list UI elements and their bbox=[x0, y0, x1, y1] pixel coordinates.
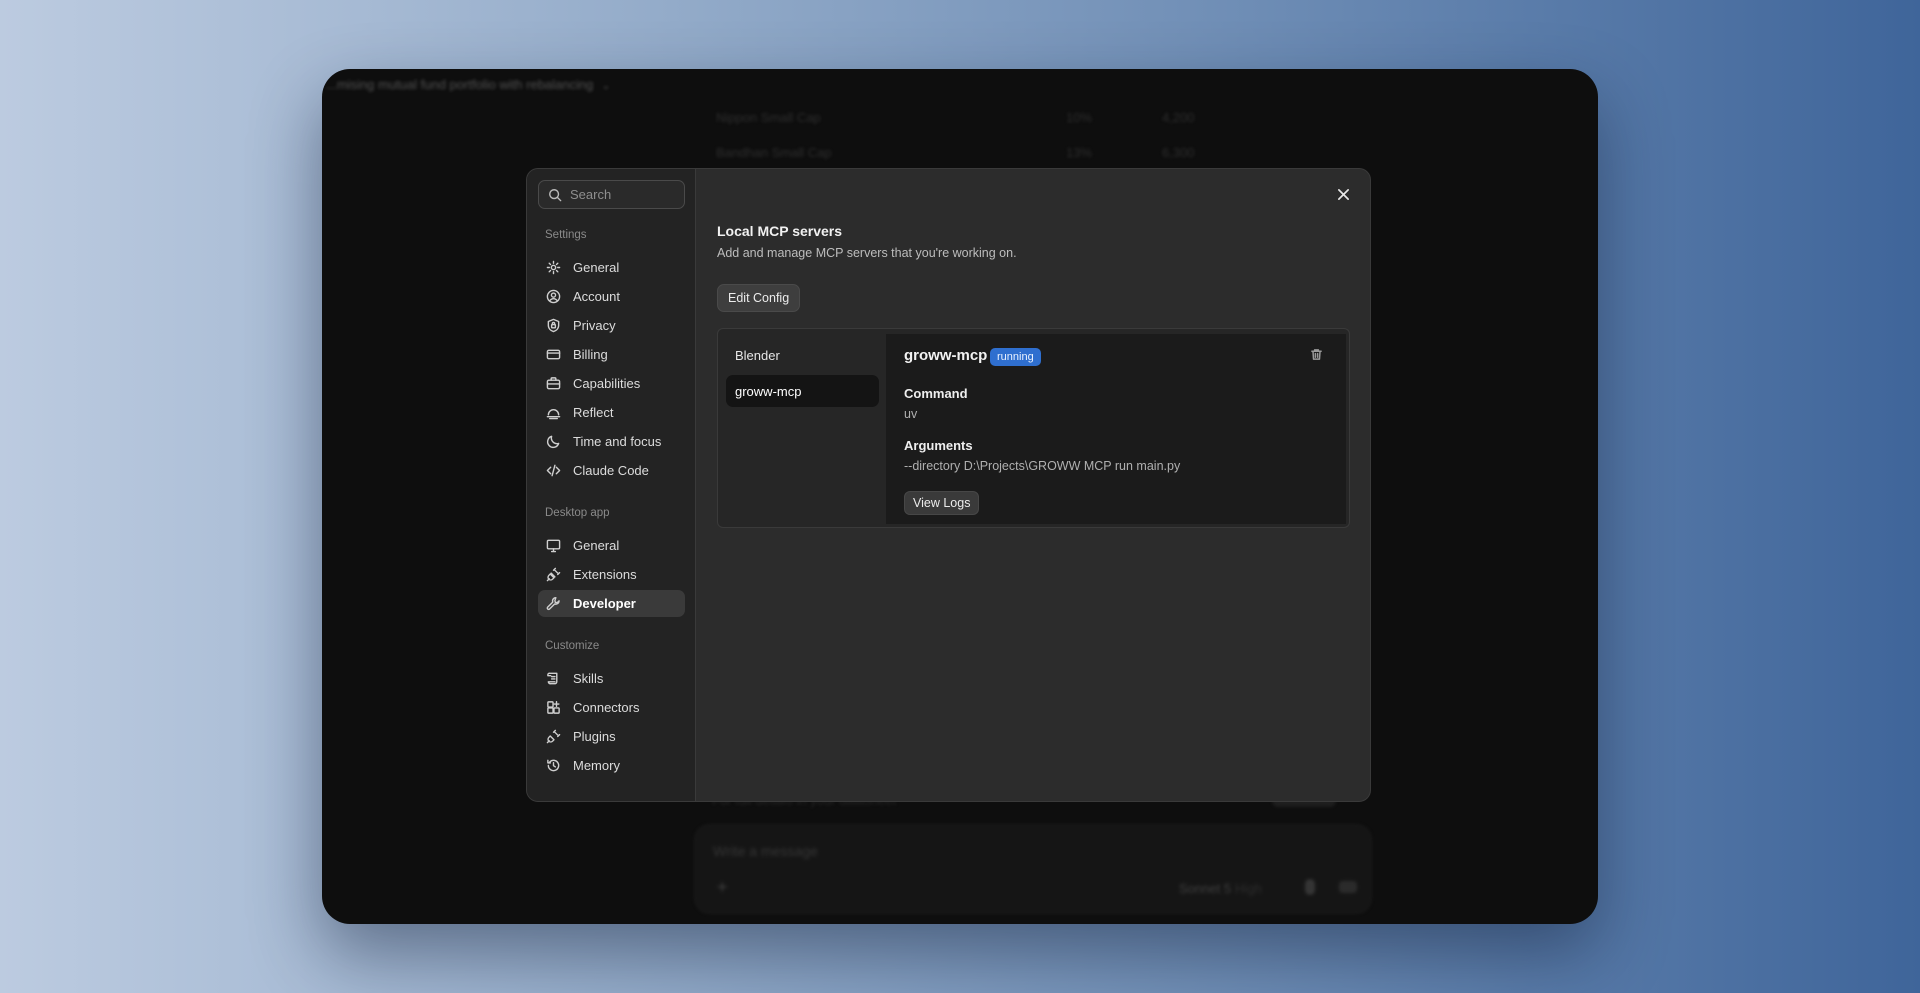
section-label-desktop-app: Desktop app bbox=[545, 507, 610, 519]
message-composer[interactable]: Write a message + Sonnet 5 High bbox=[694, 824, 1372, 914]
gear-icon bbox=[545, 260, 561, 276]
close-icon bbox=[1337, 188, 1349, 200]
sidebar-item-claude-code[interactable]: Claude Code bbox=[538, 457, 685, 484]
fund-name: Bandhan Small Cap bbox=[716, 145, 832, 160]
grid-plus-icon bbox=[545, 700, 561, 716]
sidebar-item-plugins[interactable]: Plugins bbox=[538, 723, 685, 750]
reflect-icon bbox=[545, 405, 561, 421]
monitor-icon bbox=[545, 538, 561, 554]
moon-icon bbox=[545, 434, 561, 450]
server-detail: groww-mcp running Command uv Arguments -… bbox=[886, 334, 1346, 524]
fund-pct: 10% bbox=[1066, 110, 1093, 125]
delete-server-button[interactable] bbox=[1310, 348, 1326, 364]
briefcase-icon bbox=[545, 376, 561, 392]
composer-placeholder: Write a message bbox=[713, 843, 818, 859]
server-item-groww-mcp[interactable]: groww-mcp bbox=[726, 375, 879, 407]
sidebar-item-desktop-general[interactable]: General bbox=[538, 532, 685, 559]
conversation-title[interactable]: ...mising mutual fund portfolio with reb… bbox=[326, 77, 611, 92]
sidebar-item-extensions[interactable]: Extensions bbox=[538, 561, 685, 588]
server-item-label: Blender bbox=[735, 347, 780, 363]
chevron-down-icon: ⌄ bbox=[601, 80, 611, 92]
plug-icon bbox=[545, 567, 561, 583]
section-label-settings: Settings bbox=[545, 229, 587, 241]
sidebar-item-label: Privacy bbox=[573, 318, 616, 333]
fund-pct: 13% bbox=[1066, 145, 1093, 160]
scroll-icon bbox=[545, 671, 561, 687]
search-input[interactable] bbox=[570, 187, 680, 202]
sidebar-item-label: Claude Code bbox=[573, 463, 649, 478]
fund-name: Nippon Small Cap bbox=[716, 110, 821, 125]
plug-icon bbox=[545, 729, 561, 745]
fund-amount: 4,200 bbox=[1162, 110, 1195, 125]
sidebar-item-connectors[interactable]: Connectors bbox=[538, 694, 685, 721]
settings-modal: Settings General Account Privacy Billing… bbox=[526, 168, 1371, 802]
sidebar-item-label: Extensions bbox=[573, 567, 637, 582]
code-icon bbox=[545, 463, 561, 479]
sidebar-item-capabilities[interactable]: Capabilities bbox=[538, 370, 685, 397]
sidebar-item-label: Reflect bbox=[573, 405, 614, 420]
conversation-title-text: ...mising mutual fund portfolio with reb… bbox=[326, 77, 594, 92]
status-badge: running bbox=[990, 348, 1041, 366]
server-list: Blender groww-mcp bbox=[718, 329, 886, 527]
sidebar-item-developer[interactable]: Developer bbox=[538, 590, 685, 617]
edit-config-button[interactable]: Edit Config bbox=[717, 284, 801, 312]
sidebar-item-label: Capabilities bbox=[573, 376, 641, 391]
sidebar-item-billing[interactable]: Billing bbox=[538, 341, 685, 368]
model-label: Sonnet 5 bbox=[1179, 881, 1232, 896]
sidebar-item-general[interactable]: General bbox=[538, 254, 685, 281]
sidebar-item-label: Time and focus bbox=[573, 434, 662, 449]
section-label-customize: Customize bbox=[545, 640, 600, 652]
arguments-label: Arguments bbox=[904, 438, 973, 453]
fund-amount: 6,300 bbox=[1162, 145, 1195, 160]
user-circle-icon bbox=[545, 289, 561, 305]
sidebar-item-label: Billing bbox=[573, 347, 608, 362]
plus-icon[interactable]: + bbox=[717, 877, 728, 898]
model-selector[interactable]: Sonnet 5 High bbox=[1179, 881, 1262, 896]
sidebar-item-label: Developer bbox=[573, 596, 636, 611]
arguments-value: --directory D:\Projects\GROWW MCP run ma… bbox=[904, 459, 1181, 473]
sidebar-item-skills[interactable]: Skills bbox=[538, 665, 685, 692]
sidebar-item-memory[interactable]: Memory bbox=[538, 752, 685, 779]
sidebar-item-time-focus[interactable]: Time and focus bbox=[538, 428, 685, 455]
command-value: uv bbox=[904, 407, 918, 421]
sidebar-item-label: General bbox=[573, 260, 620, 275]
sidebar-item-label: Plugins bbox=[573, 729, 616, 744]
credit-card-icon bbox=[545, 347, 561, 363]
view-logs-button[interactable]: View Logs bbox=[904, 491, 980, 515]
model-sub: High bbox=[1235, 881, 1262, 896]
settings-sidebar: Settings General Account Privacy Billing… bbox=[527, 169, 696, 801]
sidebar-item-privacy[interactable]: Privacy bbox=[538, 312, 685, 339]
sidebar-item-reflect[interactable]: Reflect bbox=[538, 399, 685, 426]
history-icon bbox=[545, 758, 561, 774]
voice-icon[interactable] bbox=[1339, 881, 1357, 893]
sidebar-item-label: Memory bbox=[573, 758, 620, 773]
server-name: groww-mcp bbox=[904, 347, 988, 364]
close-button[interactable] bbox=[1332, 183, 1354, 205]
page-description: Add and manage MCP servers that you're w… bbox=[717, 246, 1017, 260]
sidebar-item-account[interactable]: Account bbox=[538, 283, 685, 310]
sidebar-item-label: General bbox=[573, 538, 620, 553]
sidebar-item-label: Connectors bbox=[573, 700, 640, 715]
sidebar-item-label: Skills bbox=[573, 671, 604, 686]
mcp-servers-panel: Blender groww-mcp groww-mcp running Comm… bbox=[717, 328, 1350, 528]
search-icon bbox=[549, 188, 562, 201]
command-label: Command bbox=[904, 386, 968, 401]
search-box[interactable] bbox=[538, 180, 685, 209]
sidebar-item-label: Account bbox=[573, 289, 620, 304]
page-title: Local MCP servers bbox=[717, 223, 843, 239]
shield-icon bbox=[545, 318, 561, 334]
server-item-label: groww-mcp bbox=[735, 383, 802, 399]
wrench-icon bbox=[545, 596, 561, 612]
server-item-blender[interactable]: Blender bbox=[726, 339, 879, 371]
microphone-icon[interactable] bbox=[1305, 879, 1315, 895]
trash-icon bbox=[1311, 349, 1322, 360]
